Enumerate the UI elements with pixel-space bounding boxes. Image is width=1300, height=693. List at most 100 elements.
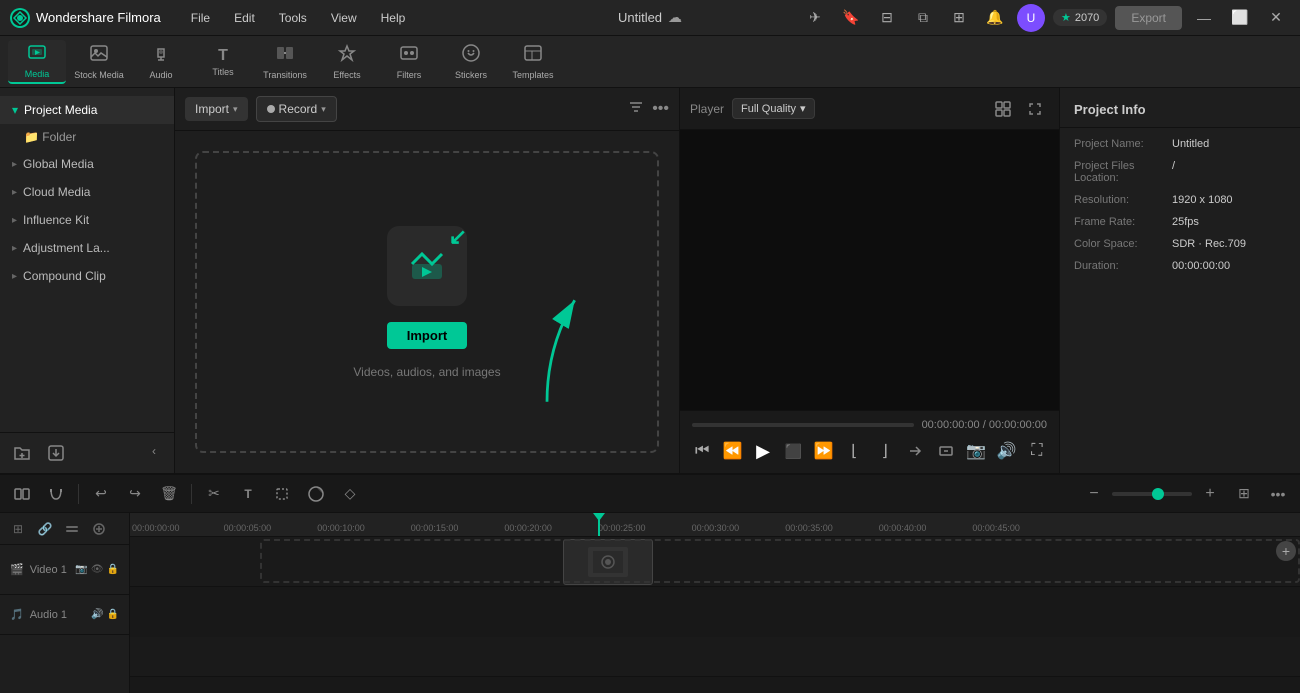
effects-icon [337,43,357,68]
track-audio-mute-icon[interactable]: 🔊 [91,609,103,620]
import-drop-button[interactable]: Import [387,322,467,349]
add-folder-icon[interactable] [10,441,34,465]
skip-back-icon[interactable]: ⏮ [692,437,712,465]
nav-folder[interactable]: 📁 Folder [0,124,174,150]
track-audio-lock-icon[interactable]: 🔒 [107,609,119,620]
nav-compound-clip[interactable]: ▸ Compound Clip [0,262,174,290]
window-icon[interactable]: ⧉ [909,4,937,32]
toolbar-filters[interactable]: Filters [380,40,438,84]
toolbar-stock[interactable]: Stock Media [70,40,128,84]
track-tool-1[interactable]: ⊞ [6,517,30,541]
cut-icon[interactable]: ✂ [200,480,228,508]
project-framerate-row: Frame Rate: 25fps [1074,216,1286,228]
mark-in-icon[interactable]: ⌊ [844,437,864,465]
volume-icon[interactable]: 🔊 [996,437,1016,465]
maximize-button[interactable]: ⬜ [1226,4,1254,32]
collapse-panel-icon[interactable]: ‹ [144,441,164,461]
text-icon[interactable]: T [234,480,262,508]
zoom-in-icon[interactable]: + [1196,480,1224,508]
close-button[interactable]: ✕ [1262,4,1290,32]
import-button[interactable]: Import ▾ [185,97,248,121]
filter-sort-icon[interactable] [628,99,644,120]
scene-detect-icon[interactable] [8,480,36,508]
menu-view[interactable]: View [321,7,367,29]
player-panel: Player Full Quality ▾ [680,88,1060,473]
player-controls: 00:00:00:00 / 00:00:00:00 ⏮ ⏪ ▶ ⬛ ⏩ ⌊ ⌋ [680,410,1059,473]
playhead[interactable] [598,513,600,536]
play-button[interactable]: ▶ [753,437,773,465]
toolbar-titles[interactable]: T Titles [194,40,252,84]
toolbar-effects-label: Effects [333,70,360,80]
mark-out-icon[interactable]: ⌋ [875,437,895,465]
time-current: 00:00:00:00 [922,419,980,431]
toolbar-media[interactable]: Media [8,40,66,84]
fullscreen-player-icon[interactable]: ⛶ [1027,437,1047,465]
track-tool-4[interactable] [87,517,111,541]
toolbar-templates[interactable]: Templates [504,40,562,84]
menu-help[interactable]: Help [371,7,416,29]
track-tool-3[interactable] [60,517,84,541]
time-total: 00:00:00:00 [989,419,1047,431]
menu-file[interactable]: File [181,7,220,29]
toolbar-transitions[interactable]: Transitions [256,40,314,84]
toolbar-effects[interactable]: Effects [318,40,376,84]
left-panel: ▾ Project Media 📁 Folder ▸ Global Media … [0,88,175,473]
more-options-icon[interactable]: ••• [652,100,669,118]
redo-icon[interactable]: ↪ [121,480,149,508]
nav-adjustment[interactable]: ▸ Adjustment La... [0,234,174,262]
toolbar-audio[interactable]: Audio [132,40,190,84]
nav-project-media[interactable]: ▾ Project Media [0,96,174,124]
track-tool-2[interactable]: 🔗 [33,517,57,541]
cloud-save-icon[interactable]: ☁ [668,9,682,26]
insert-icon[interactable] [905,437,925,465]
monitor-icon[interactable]: ⊟ [873,4,901,32]
track-video-lock-icon[interactable]: 🔒 [107,564,119,575]
nav-global-media[interactable]: ▸ Global Media [0,150,174,178]
export-button[interactable]: Export [1115,6,1182,30]
quality-dropdown-arrow: ▾ [800,102,806,115]
step-back-icon[interactable]: ⏪ [722,437,742,465]
quality-selector[interactable]: Full Quality ▾ [732,98,815,119]
screenshot-icon[interactable]: 📷 [966,437,986,465]
menu-edit[interactable]: Edit [224,7,265,29]
transitions-icon [275,43,295,68]
toolbar-stickers[interactable]: Stickers [442,40,500,84]
bookmark-icon[interactable]: 🔖 [837,4,865,32]
audio-track[interactable]: Drag and drop media and effects here to … [130,637,1300,677]
keyframe-icon[interactable]: ◇ [336,480,364,508]
nav-cloud-media[interactable]: ▸ Cloud Media [0,178,174,206]
progress-bar[interactable] [692,423,914,427]
timeline-grid-icon[interactable]: ⊞ [1230,480,1258,508]
menu-tools[interactable]: Tools [269,7,317,29]
step-forward-icon[interactable]: ⏩ [814,437,834,465]
send-icon[interactable]: ✈ [801,4,829,32]
track-video-mute-icon[interactable]: 👁 [91,564,104,575]
stock-icon [89,43,109,68]
grid-view-icon[interactable] [989,95,1017,123]
player-screen [680,130,1059,410]
record-button[interactable]: Record ▾ [256,96,337,122]
magnet-icon[interactable] [42,480,70,508]
overwrite-icon[interactable] [935,437,955,465]
undo-icon[interactable]: ↩ [87,480,115,508]
user-avatar[interactable]: U [1017,4,1045,32]
add-video-track-icon[interactable]: + [1276,541,1296,561]
toolbar-media-label: Media [25,69,50,79]
zoom-out-icon[interactable]: − [1080,480,1108,508]
video-track[interactable]: + [130,537,1300,587]
timeline-more-icon[interactable]: ••• [1264,480,1292,508]
nav-influence-kit[interactable]: ▸ Influence Kit [0,206,174,234]
grid-icon[interactable]: ⊞ [945,4,973,32]
bell-icon[interactable]: 🔔 [981,4,1009,32]
minimize-button[interactable]: — [1190,4,1218,32]
zoom-slider[interactable] [1112,492,1192,496]
stop-button[interactable]: ⬛ [783,437,803,465]
import-icon[interactable] [44,441,68,465]
media-drop-zone[interactable]: ↙ Import Videos, audios, and images [195,151,659,453]
color-icon[interactable] [302,480,330,508]
track-video-camera-icon[interactable]: 📷 [75,564,87,575]
delete-icon[interactable]: 🗑 [155,480,183,508]
crop-icon[interactable] [268,480,296,508]
fullscreen-icon[interactable] [1021,95,1049,123]
nav-arrow-project: ▾ [12,103,18,117]
